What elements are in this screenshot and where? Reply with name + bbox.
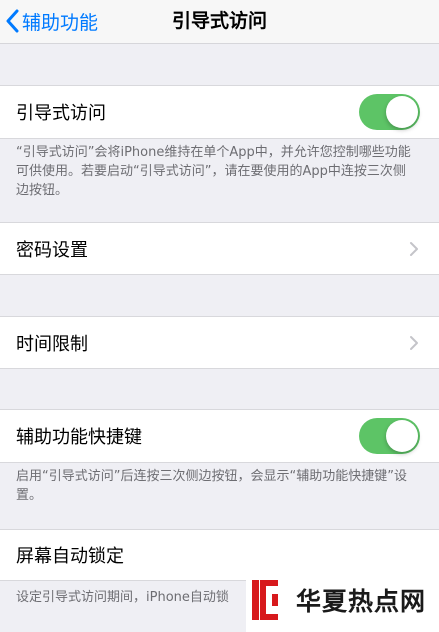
- watermark: 华夏热点网: [246, 568, 439, 632]
- chevron-right-icon: [410, 241, 418, 256]
- guided-access-toggle[interactable]: [359, 94, 420, 130]
- guided-access-row: 引导式访问: [0, 85, 439, 139]
- passcode-settings-label: 密码设置: [16, 239, 88, 261]
- accessibility-shortcut-note: 启用“引导式访问”后连按三次侧边按钮，会显示“辅助功能快捷键”设置。: [16, 469, 407, 503]
- accessibility-shortcut-label: 辅助功能快捷键: [16, 427, 142, 448]
- time-limits-label: 时间限制: [16, 333, 88, 355]
- accessibility-shortcut-toggle[interactable]: [359, 418, 420, 454]
- watermark-logo-icon: [252, 580, 278, 620]
- chevron-right-icon: [410, 335, 418, 350]
- watermark-text: 华夏热点网: [296, 587, 427, 616]
- passcode-settings-row[interactable]: 密码设置: [0, 222, 439, 275]
- page-title: 引导式访问: [171, 10, 267, 32]
- time-limits-row[interactable]: 时间限制: [0, 316, 439, 369]
- guided-access-note: “引导式访问”会将iPhone维持在单个App中，并允许您控制哪些功能可供使用。…: [16, 145, 411, 198]
- accessibility-shortcut-row: 辅助功能快捷键: [0, 409, 439, 463]
- toggle-knob: [386, 96, 418, 128]
- navigation-bar: 辅助功能 引导式访问: [0, 0, 439, 44]
- toggle-knob: [386, 420, 418, 452]
- auto-lock-label: 屏幕自动锁定: [16, 546, 124, 567]
- guided-access-label: 引导式访问: [16, 103, 106, 124]
